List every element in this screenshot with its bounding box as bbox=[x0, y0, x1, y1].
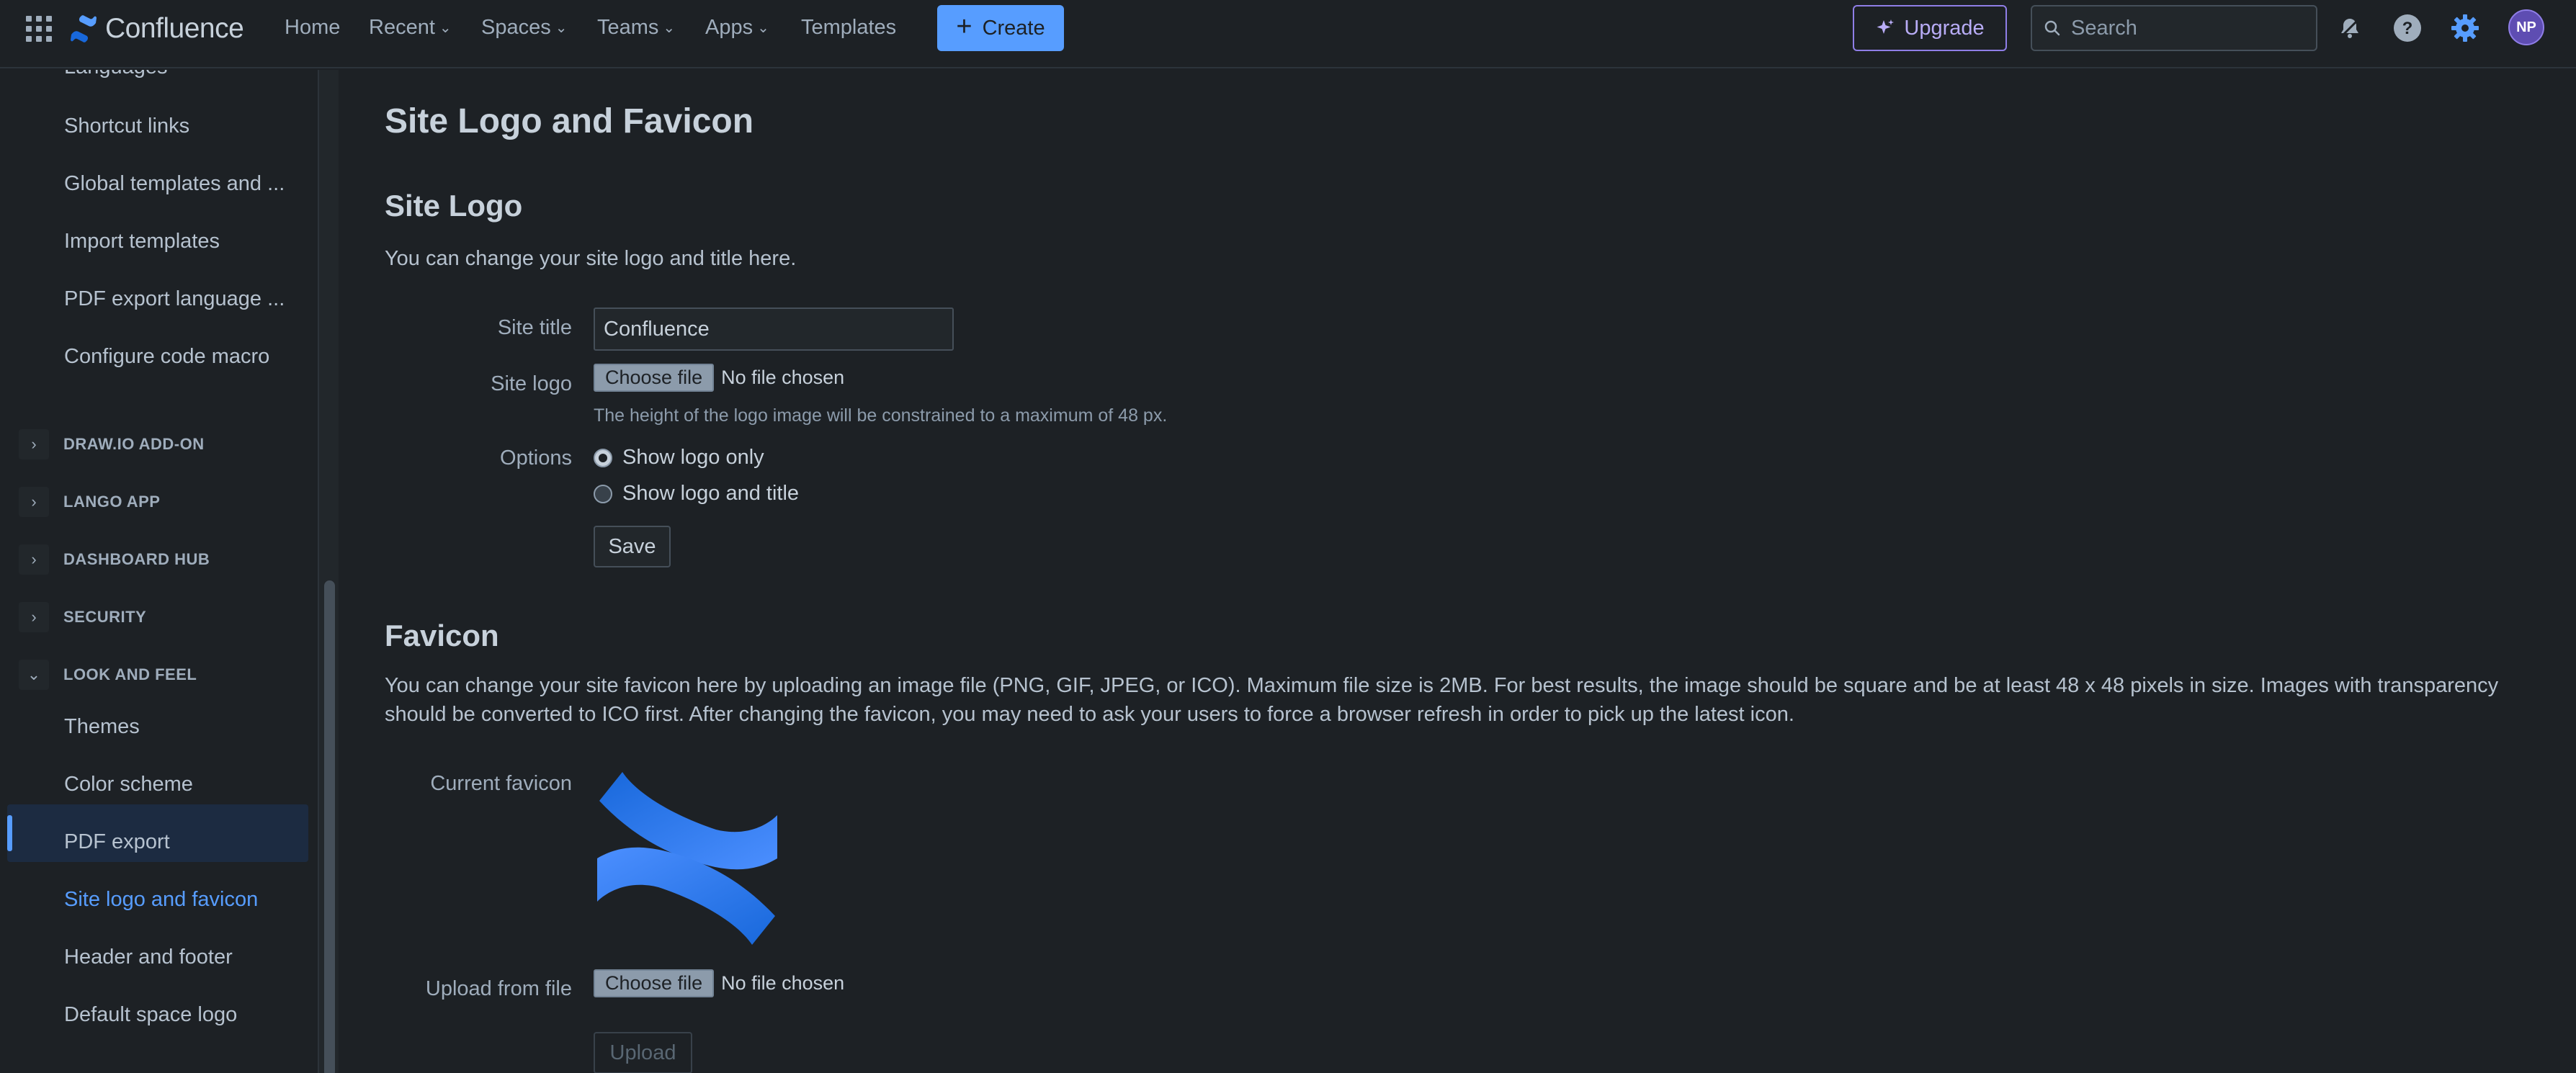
app-switcher-icon[interactable] bbox=[26, 16, 52, 42]
choose-file-button[interactable]: Choose file bbox=[594, 364, 715, 392]
chevron-down-icon: ⌄ bbox=[439, 20, 452, 36]
main-content: Site Logo and Favicon Site Logo You can … bbox=[340, 70, 2576, 1073]
site-title-input[interactable]: Confluence bbox=[594, 307, 954, 351]
chevron-right-icon[interactable]: › bbox=[19, 487, 49, 517]
site-logo-file-input[interactable]: Choose file No file chosen bbox=[594, 364, 844, 392]
nav-templates[interactable]: Templates bbox=[801, 16, 896, 40]
sidebar-section-drawio[interactable]: › DRAW.IO ADD-ON bbox=[19, 429, 205, 459]
avatar-initials: NP bbox=[2516, 19, 2536, 35]
sidebar-item-shortcut-links[interactable]: Shortcut links bbox=[64, 115, 189, 138]
confluence-logo[interactable]: Confluence bbox=[69, 13, 244, 45]
search-input[interactable]: Search bbox=[2031, 5, 2317, 51]
brand-name: Confluence bbox=[105, 13, 244, 44]
nav-recent[interactable]: Recent ⌄ bbox=[369, 16, 452, 40]
options-label: Options bbox=[500, 446, 572, 470]
nav-spaces-label: Spaces bbox=[481, 16, 551, 39]
nav-teams[interactable]: Teams ⌄ bbox=[597, 16, 675, 40]
chevron-down-icon: ⌄ bbox=[757, 20, 769, 36]
sidebar-section-label: DASHBOARD HUB bbox=[63, 550, 210, 568]
page-title: Site Logo and Favicon bbox=[385, 102, 754, 140]
chevron-down-icon[interactable]: ⌄ bbox=[19, 660, 49, 690]
top-navigation: Confluence Home Recent ⌄ Spaces ⌄ Teams ⌄ A… bbox=[0, 0, 2576, 68]
favicon-description-line1: You can change your site favicon here by… bbox=[385, 674, 2499, 697]
upgrade-label: Upgrade bbox=[1904, 16, 1985, 40]
create-button[interactable]: + Create bbox=[937, 5, 1064, 51]
sidebar-item-site-logo-and-favicon[interactable]: Site logo and favicon bbox=[64, 888, 258, 912]
sidebar-item-header-and-footer[interactable]: Header and footer bbox=[64, 946, 233, 969]
chevron-right-icon[interactable]: › bbox=[19, 602, 49, 632]
sidebar-section-security[interactable]: › SECURITY bbox=[19, 602, 146, 632]
sidebar-section-label: SECURITY bbox=[63, 608, 147, 626]
sidebar-item-global-templates[interactable]: Global templates and ... bbox=[64, 172, 285, 196]
site-title-label: Site title bbox=[497, 316, 572, 339]
nav-home[interactable]: Home bbox=[285, 16, 340, 40]
sidebar-item-configure-code-macro[interactable]: Configure code macro bbox=[64, 345, 269, 369]
option-label: Show logo only bbox=[622, 446, 764, 469]
upload-button[interactable]: Upload bbox=[594, 1032, 692, 1073]
nav-home-label: Home bbox=[285, 16, 341, 39]
nav-teams-label: Teams bbox=[597, 16, 659, 39]
sidebar-item-import-templates[interactable]: Import templates bbox=[64, 230, 220, 253]
chevron-down-icon: ⌄ bbox=[555, 20, 568, 36]
chevron-right-icon[interactable]: › bbox=[19, 429, 49, 459]
sidebar-section-label: LOOK AND FEEL bbox=[63, 665, 197, 683]
upgrade-button[interactable]: Upgrade bbox=[1853, 5, 2007, 51]
choose-file-button[interactable]: Choose file bbox=[594, 969, 715, 997]
svg-text:?: ? bbox=[2402, 19, 2413, 38]
logo-size-hint: The height of the logo image will be con… bbox=[594, 405, 1168, 426]
current-favicon-image bbox=[597, 772, 777, 945]
create-label: Create bbox=[982, 16, 1045, 40]
notifications-icon[interactable] bbox=[2334, 12, 2366, 44]
favicon-description-line2: should be converted to ICO first. After … bbox=[385, 703, 1794, 726]
sidebar-section-look-and-feel[interactable]: ⌄ LOOK AND FEEL bbox=[19, 660, 197, 690]
radio-unchecked[interactable] bbox=[594, 484, 612, 503]
radio-checked[interactable] bbox=[594, 448, 612, 467]
confluence-logo-icon bbox=[71, 15, 97, 42]
settings-icon[interactable] bbox=[2449, 12, 2481, 44]
favicon-file-input[interactable]: Choose file No file chosen bbox=[594, 969, 844, 997]
sidebar-section-lango[interactable]: › LANGO APP bbox=[19, 487, 160, 517]
sidebar-item-pdf-export[interactable]: PDF export bbox=[64, 830, 170, 854]
sidebar-section-label: LANGO APP bbox=[63, 493, 161, 511]
sidebar-item-default-space-logo[interactable]: Default space logo bbox=[64, 1003, 237, 1027]
option-show-logo-and-title[interactable]: Show logo and title bbox=[594, 482, 799, 506]
chevron-right-icon[interactable]: › bbox=[19, 544, 49, 575]
option-show-logo-only[interactable]: Show logo only bbox=[594, 446, 764, 470]
nav-templates-label: Templates bbox=[801, 16, 897, 39]
nav-recent-label: Recent bbox=[369, 16, 435, 39]
search-placeholder: Search bbox=[2071, 16, 2137, 40]
sidebar-item-languages[interactable]: Languages bbox=[64, 70, 168, 79]
search-icon bbox=[2044, 20, 2060, 36]
no-file-chosen-text: No file chosen bbox=[721, 972, 845, 994]
sparkle-icon bbox=[1877, 19, 1895, 34]
no-file-chosen-text: No file chosen bbox=[721, 367, 845, 388]
sidebar-section-label: DRAW.IO ADD-ON bbox=[63, 435, 205, 453]
upload-from-file-label: Upload from file bbox=[425, 977, 572, 1000]
site-logo-heading: Site Logo bbox=[385, 189, 523, 223]
chevron-down-icon: ⌄ bbox=[663, 20, 676, 36]
sidebar-active-indicator bbox=[7, 815, 12, 851]
admin-sidebar: Languages Shortcut links Global template… bbox=[0, 70, 339, 1073]
sidebar-section-dashboard-hub[interactable]: › DASHBOARD HUB bbox=[19, 544, 210, 575]
option-label: Show logo and title bbox=[622, 482, 800, 505]
favicon-heading: Favicon bbox=[385, 619, 499, 652]
sidebar-item-pdf-export-language[interactable]: PDF export language ... bbox=[64, 287, 285, 311]
nav-apps-label: Apps bbox=[705, 16, 753, 39]
sidebar-item-themes[interactable]: Themes bbox=[64, 715, 140, 739]
save-button[interactable]: Save bbox=[594, 526, 671, 567]
nav-spaces[interactable]: Spaces ⌄ bbox=[481, 16, 568, 40]
nav-apps[interactable]: Apps ⌄ bbox=[705, 16, 769, 40]
site-logo-label: Site logo bbox=[491, 372, 572, 395]
site-logo-description: You can change your site logo and title … bbox=[385, 247, 797, 270]
current-favicon-label: Current favicon bbox=[430, 772, 572, 795]
sidebar-item-color-scheme[interactable]: Color scheme bbox=[64, 773, 193, 796]
plus-icon: + bbox=[956, 12, 972, 42]
help-icon[interactable]: ? bbox=[2392, 12, 2423, 44]
sidebar-scrollbar-thumb[interactable] bbox=[324, 580, 335, 1073]
avatar[interactable]: NP bbox=[2508, 9, 2544, 45]
